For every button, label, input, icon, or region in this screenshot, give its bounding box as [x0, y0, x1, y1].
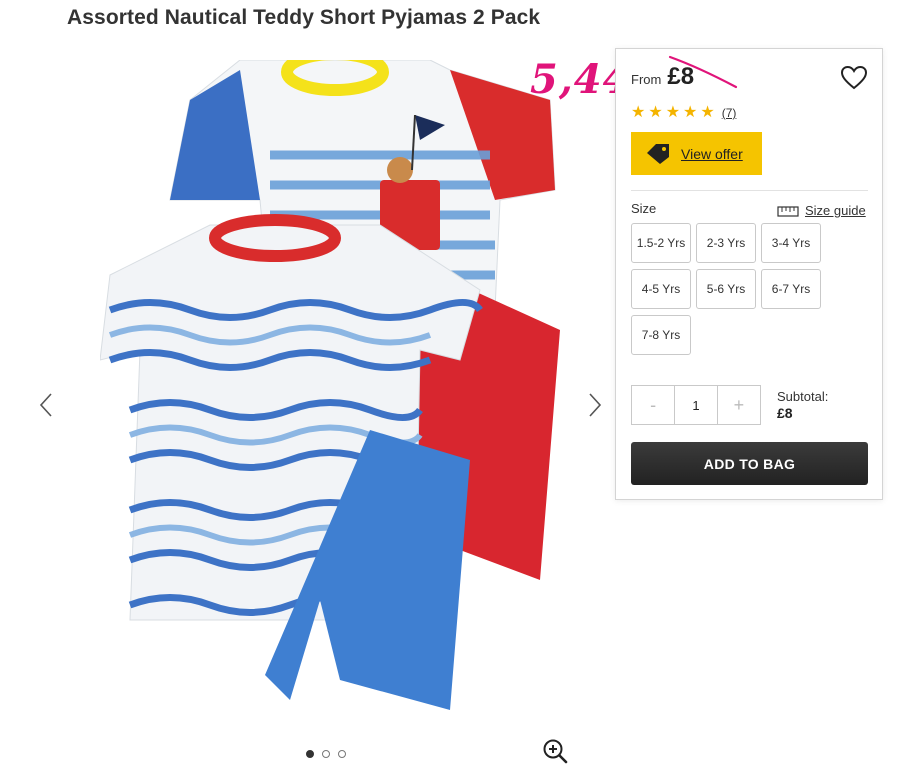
tag-icon [647, 143, 669, 164]
view-offer-button[interactable]: View offer [631, 132, 762, 175]
rating[interactable]: ★ ★ ★ ★ ★ (7) [631, 105, 736, 121]
gallery-dot-3[interactable] [338, 750, 346, 758]
price-from-label: From [631, 72, 662, 87]
zoom-in-icon[interactable] [542, 738, 568, 764]
product-title: Assorted Nautical Teddy Short Pyjamas 2 … [67, 6, 541, 29]
subtotal: Subtotal: £8 [777, 389, 828, 421]
quantity-increase-button[interactable]: + [718, 386, 760, 424]
gallery-dot-2[interactable] [322, 750, 330, 758]
wishlist-heart-icon[interactable] [840, 65, 868, 91]
size-option-2-3-yrs[interactable]: 2-3 Yrs [696, 223, 756, 263]
subtotal-label: Subtotal: [777, 389, 829, 404]
view-offer-label: View offer [681, 145, 743, 162]
review-count-link[interactable]: (7) [722, 106, 737, 120]
quantity-decrease-button[interactable]: - [632, 386, 674, 424]
quantity-stepper: - 1 + [631, 385, 761, 425]
size-guide-label: Size guide [805, 203, 866, 218]
star-icon: ★ [683, 104, 698, 121]
size-option-4-5-yrs[interactable]: 4-5 Yrs [631, 269, 691, 309]
star-icon: ★ [648, 104, 663, 121]
size-guide-link[interactable]: Size guide [777, 203, 866, 218]
size-label: Size [631, 201, 657, 216]
size-option-3-4-yrs[interactable]: 3-4 Yrs [761, 223, 821, 263]
next-image-arrow-icon[interactable] [583, 390, 607, 420]
quantity-value[interactable]: 1 [674, 386, 718, 424]
purchase-panel: From £8 ★ ★ ★ ★ ★ (7) View offer Size Si… [615, 48, 883, 500]
price-row: From £8 [631, 63, 694, 91]
price-value: £8 [667, 63, 695, 90]
subtotal-value: £8 [777, 405, 793, 421]
size-options: 1.5-2 Yrs 2-3 Yrs 3-4 Yrs 4-5 Yrs 5-6 Yr… [631, 223, 831, 355]
gallery-dot-1[interactable] [306, 750, 314, 758]
star-icon: ★ [700, 104, 715, 121]
size-option-6-7-yrs[interactable]: 6-7 Yrs [761, 269, 821, 309]
size-option-7-8-yrs[interactable]: 7-8 Yrs [631, 315, 691, 355]
add-to-bag-button[interactable]: ADD TO BAG [631, 442, 868, 485]
star-icon: ★ [631, 104, 646, 121]
divider [631, 190, 868, 191]
product-image [100, 60, 560, 710]
star-icon: ★ [665, 104, 681, 121]
product-gallery [0, 40, 610, 773]
size-option-5-6-yrs[interactable]: 5-6 Yrs [696, 269, 756, 309]
gallery-pagination [306, 750, 346, 758]
ruler-icon [777, 205, 799, 217]
previous-image-arrow-icon[interactable] [34, 390, 58, 420]
size-option-1-5-2-yrs[interactable]: 1.5-2 Yrs [631, 223, 691, 263]
